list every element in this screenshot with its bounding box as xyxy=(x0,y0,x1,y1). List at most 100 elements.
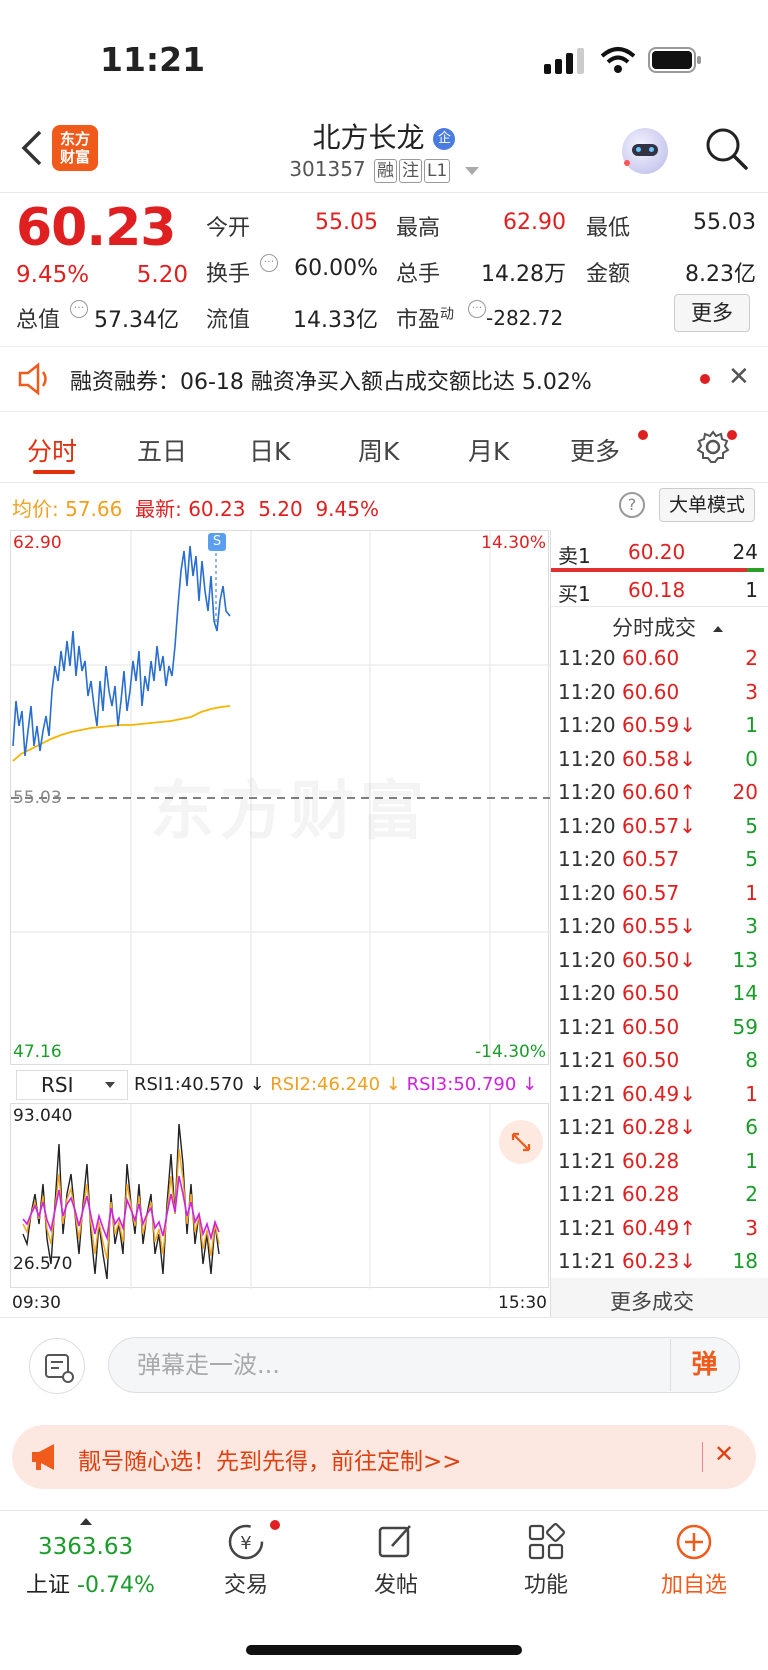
danmaku-send-button[interactable]: 弹 xyxy=(670,1339,738,1391)
index-value[interactable]: 3363.63 xyxy=(38,1534,133,1560)
amount-label: 金额 xyxy=(586,262,631,287)
sell1-label: 卖1 xyxy=(558,544,591,568)
tab-five-day[interactable]: 五日 xyxy=(137,432,187,468)
chart-pct-min: -14.30% xyxy=(475,1042,546,1062)
search-icon[interactable] xyxy=(704,126,750,172)
trade-row: 11:20 60.58↓ 0 xyxy=(558,747,758,780)
trade-price: 60.23↓ xyxy=(622,1249,697,1273)
trade-price: 60.50↓ xyxy=(622,947,697,972)
trade-row: 11:21 60.50 59 xyxy=(558,1015,758,1048)
amount-value: 8.23亿 xyxy=(685,262,756,287)
promo-text[interactable]: 靓号随心选！先到先得，前往定制>> xyxy=(78,1442,462,1476)
buy1-row: 买1 60.18 1 xyxy=(558,578,758,607)
latest-change: 5.20 xyxy=(258,497,303,521)
latest-value: 60.23 xyxy=(188,497,246,521)
nav-post[interactable]: 发帖 xyxy=(336,1567,456,1599)
volume-label: 总手 xyxy=(396,262,441,287)
sort-up-icon xyxy=(712,626,723,632)
gear-icon[interactable] xyxy=(696,430,730,464)
grid-functions-icon[interactable] xyxy=(526,1522,566,1562)
tab-daily-k[interactable]: 日K xyxy=(249,432,290,468)
big-order-mode-button[interactable]: 大单模式 xyxy=(659,488,755,522)
trade-row: 11:21 60.49↓ 1 xyxy=(558,1082,758,1115)
tab-monthly-k[interactable]: 月K xyxy=(468,432,509,468)
trade-row: 11:20 60.50↓ 13 xyxy=(558,948,758,981)
tag-level1: L1 xyxy=(424,159,451,183)
rsi-chart[interactable]: 93.040 26.570 xyxy=(10,1103,549,1289)
trade-row: 11:20 60.55↓ 3 xyxy=(558,914,758,947)
trade-volume: 3 xyxy=(745,679,758,704)
buy1-volume: 1 xyxy=(745,578,758,602)
trade-volume: 13 xyxy=(732,947,758,972)
chart-y-max: 62.90 xyxy=(13,533,62,553)
tag-margin: 融 xyxy=(374,159,398,183)
indicator-select[interactable]: RSI xyxy=(16,1070,128,1100)
trade-price: 60.49↓ xyxy=(622,1081,697,1106)
trade-price: 60.28↓ xyxy=(622,1115,697,1139)
index-ticker[interactable]: 上证 -0.74% xyxy=(26,1567,155,1599)
info-dots-icon[interactable]: ··· xyxy=(70,300,88,318)
help-icon[interactable]: ? xyxy=(619,492,645,518)
expand-icon-glyph xyxy=(511,1132,531,1152)
tab-more[interactable]: 更多 xyxy=(570,432,620,468)
trade-volume: 1 xyxy=(745,880,758,905)
change-pct: 9.45% xyxy=(16,262,90,288)
info-dots-icon[interactable]: ··· xyxy=(468,300,486,318)
tab-weekly-k[interactable]: 周K xyxy=(358,432,399,468)
assistant-robot-icon[interactable] xyxy=(622,128,668,174)
signal-marker[interactable]: S xyxy=(208,533,226,551)
trade-price: 60.49↑ xyxy=(622,1215,697,1240)
total-value-label: 总值 xyxy=(16,308,61,333)
home-indicator[interactable] xyxy=(246,1645,522,1655)
avg-price-line xyxy=(12,705,231,762)
close-icon[interactable]: ✕ xyxy=(728,362,750,392)
more-trades-button[interactable]: 更多成交 xyxy=(610,1286,694,1316)
trade-price: 60.28 xyxy=(622,1182,680,1206)
rsi-y-min: 26.570 xyxy=(13,1254,73,1274)
add-watchlist-icon[interactable] xyxy=(674,1522,714,1562)
nav-add-watchlist[interactable]: 加自选 xyxy=(634,1567,754,1599)
trade-volume: 0 xyxy=(745,746,758,771)
edit-post-icon[interactable] xyxy=(376,1522,416,1562)
trade-volume: 18 xyxy=(732,1249,758,1273)
tab-intraday[interactable]: 分时 xyxy=(27,432,77,468)
trade-volume: 5 xyxy=(745,847,758,871)
nav-functions[interactable]: 功能 xyxy=(486,1567,606,1599)
buy-bar xyxy=(747,568,764,572)
tab-more-dot xyxy=(638,430,648,440)
tag-registered: 注 xyxy=(399,159,423,183)
pe-value: -282.72 xyxy=(486,306,564,330)
trade-row: 11:21 60.49↑ 3 xyxy=(558,1216,758,1249)
float-value: 14.33亿 xyxy=(293,308,378,333)
close-icon[interactable]: ✕ xyxy=(714,1440,734,1468)
sell1-row: 卖1 60.20 24 xyxy=(558,540,758,569)
trade-row: 11:20 60.60 2 xyxy=(558,646,758,679)
trade-time: 11:21 xyxy=(558,1249,616,1273)
chevron-up-icon[interactable] xyxy=(80,1518,92,1525)
trade-time: 11:21 xyxy=(558,1081,616,1106)
notice-text[interactable]: 融资融券：06-18 融资净买入额占成交额比达 5.02% xyxy=(70,364,592,396)
trade-time: 11:20 xyxy=(558,847,616,871)
quote-more-button[interactable]: 更多 xyxy=(674,294,750,332)
notes-icon[interactable] xyxy=(29,1338,85,1394)
trade-time: 11:20 xyxy=(558,880,616,905)
wifi-icon xyxy=(600,47,636,73)
trades-title[interactable]: 分时成交 xyxy=(612,612,723,642)
trade-yen-icon[interactable]: ¥ xyxy=(226,1522,266,1562)
danmaku-input[interactable]: 弹幕走一波... xyxy=(108,1337,740,1393)
rsi-x-start: 09:30 xyxy=(12,1293,61,1313)
trade-row: 11:21 60.28 2 xyxy=(558,1182,758,1215)
trade-price: 60.57 xyxy=(622,880,680,905)
total-value: 57.34亿 xyxy=(94,308,179,333)
trade-row: 11:20 60.60↑ 20 xyxy=(558,780,758,813)
rsi1-value: RSI1:40.570 ↓ xyxy=(134,1074,265,1095)
battery-icon xyxy=(648,47,701,73)
open-label: 今开 xyxy=(206,216,251,241)
nav-trade[interactable]: 交易 xyxy=(186,1567,306,1599)
change-value: 5.20 xyxy=(136,262,188,288)
trade-time: 11:21 xyxy=(558,1048,616,1072)
latest-pct: 9.45% xyxy=(315,497,379,521)
trade-price: 60.60 xyxy=(622,679,680,704)
trade-time: 11:20 xyxy=(558,914,616,938)
expand-icon[interactable] xyxy=(499,1120,543,1164)
